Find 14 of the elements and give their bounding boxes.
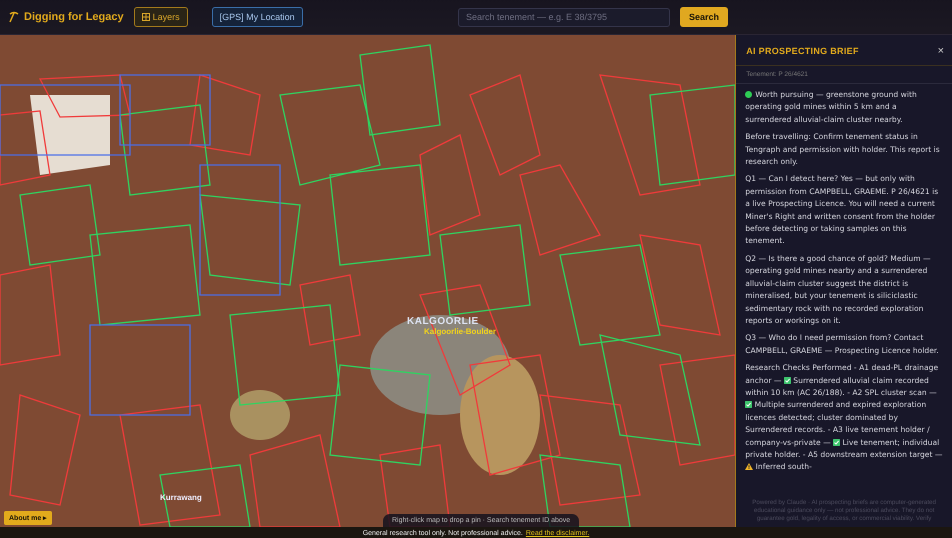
layers-button[interactable]: Layers (134, 7, 188, 27)
satellite-map-drawing[interactable] (0, 35, 736, 527)
check-icon (745, 401, 752, 408)
check-icon (784, 376, 791, 384)
location-button[interactable]: [GPS] My Location (212, 7, 303, 27)
pickaxe-icon (8, 11, 20, 23)
search-button[interactable]: Search (680, 7, 728, 27)
search-field[interactable]: Search tenement — e.g. E 38/3795 (458, 8, 670, 26)
warning-icon (745, 463, 754, 470)
panel-title: AI PROSPECTING BRIEF (746, 46, 859, 56)
check-icon (833, 438, 840, 446)
grid-icon (142, 13, 150, 21)
app-title: Digging for Legacy (24, 11, 124, 23)
close-button[interactable]: × (938, 45, 944, 57)
